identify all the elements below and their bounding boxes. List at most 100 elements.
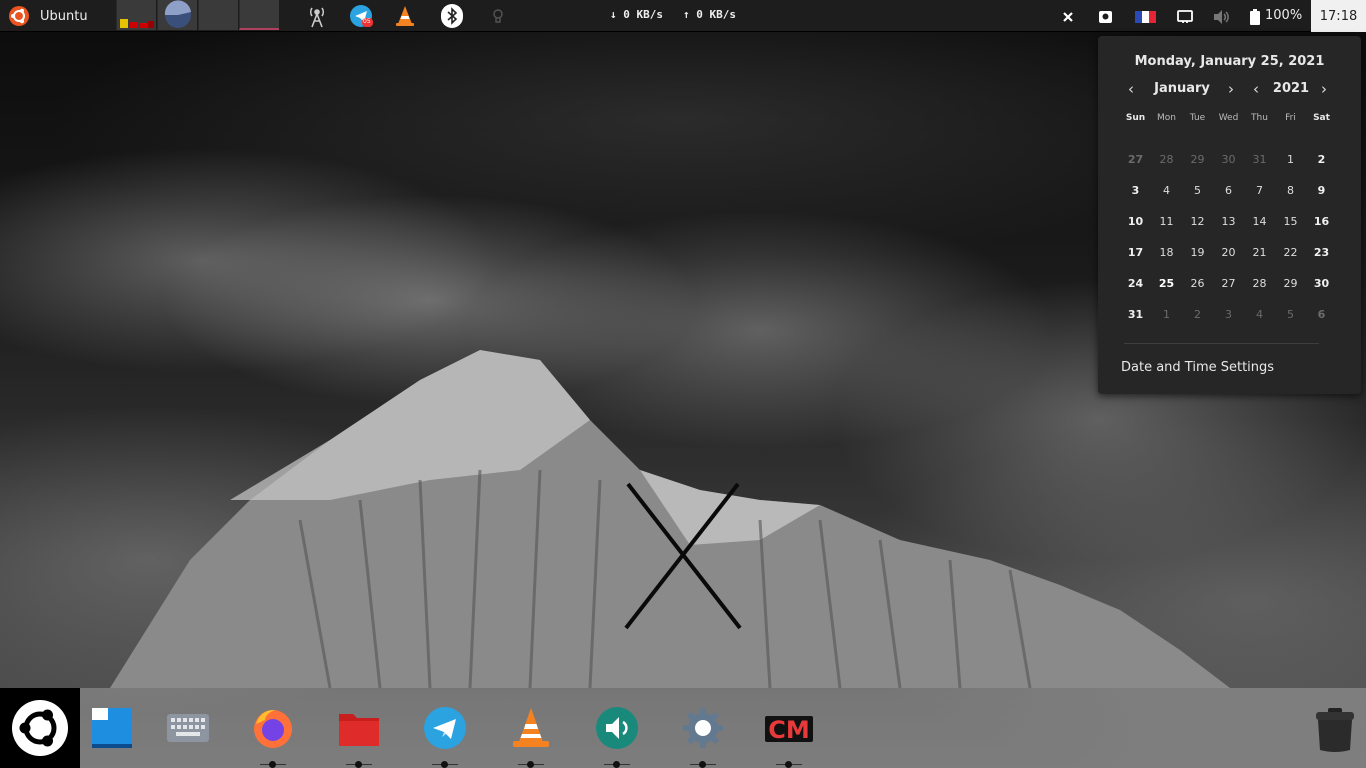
calendar-separator	[1124, 343, 1319, 344]
weekday-label: Tue	[1189, 113, 1206, 123]
cm-app-icon[interactable]: CM	[764, 706, 814, 750]
calendar-day[interactable]: 1	[1275, 144, 1306, 175]
weekday-label: Wed	[1218, 113, 1239, 123]
workspace-4[interactable]	[239, 0, 279, 30]
calendar-day[interactable]: 9	[1306, 175, 1337, 206]
weekday-label: Sat	[1313, 113, 1330, 123]
today-label: 25	[1158, 277, 1175, 290]
battery-icon[interactable]	[1246, 4, 1264, 28]
files-folder-icon[interactable]	[337, 706, 381, 750]
calendar-day[interactable]: 19	[1182, 237, 1213, 268]
close-icon[interactable]	[1057, 4, 1081, 28]
calendar-day[interactable]: 31	[1120, 299, 1151, 330]
prev-month-button[interactable]: ‹	[1128, 80, 1134, 98]
calendar-day[interactable]: 20	[1213, 237, 1244, 268]
calendar-day[interactable]: 2	[1182, 299, 1213, 330]
running-indicator	[690, 761, 716, 768]
running-indicator	[432, 761, 458, 768]
vlc-icon[interactable]	[393, 4, 417, 28]
telegram-icon[interactable]	[423, 706, 467, 750]
calendar-day[interactable]: 13	[1213, 206, 1244, 237]
prev-year-button[interactable]: ‹	[1253, 80, 1259, 98]
calendar-day[interactable]: 2	[1306, 144, 1337, 175]
calendar-day[interactable]: 29	[1182, 144, 1213, 175]
telegram-icon[interactable]: 05	[349, 4, 373, 28]
keyboard-icon[interactable]	[166, 706, 210, 750]
notes-icon[interactable]	[90, 706, 134, 750]
calendar-day[interactable]: 31	[1244, 144, 1275, 175]
calendar-day[interactable]: 29	[1275, 268, 1306, 299]
calendar-day[interactable]: 16	[1306, 206, 1337, 237]
running-indicator	[518, 761, 544, 768]
calendar-day[interactable]: 8	[1275, 175, 1306, 206]
calendar-day[interactable]: 30	[1306, 268, 1337, 299]
battery-percentage: 100%	[1265, 8, 1303, 23]
clock-button[interactable]: 17:18	[1311, 0, 1366, 32]
date-time-settings-link[interactable]: Date and Time Settings	[1121, 360, 1274, 375]
calendar-month-label: January	[1154, 81, 1210, 96]
calendar-day[interactable]: 12	[1182, 206, 1213, 237]
calendar-day[interactable]: 3	[1213, 299, 1244, 330]
calendar-day[interactable]: 24	[1120, 268, 1151, 299]
calendar-day[interactable]: 28	[1151, 144, 1182, 175]
calendar-week: 10 11 12 13 14 15 16	[1120, 206, 1338, 237]
calendar-week: 3 4 5 6 7 8 9	[1120, 175, 1338, 206]
sound-icon[interactable]	[595, 706, 639, 750]
calendar-day[interactable]: 4	[1244, 299, 1275, 330]
antenna-icon[interactable]	[305, 4, 329, 28]
volume-icon[interactable]	[1209, 4, 1233, 28]
calendar-day[interactable]: 7	[1244, 175, 1275, 206]
calendar-day[interactable]: 28	[1244, 268, 1275, 299]
calendar-day[interactable]: 27	[1213, 268, 1244, 299]
lightbulb-icon[interactable]	[486, 4, 510, 28]
calendar-day[interactable]: 18	[1151, 237, 1182, 268]
calendar-week: 24 25 26 27 28 29 30	[1120, 268, 1338, 299]
running-indicator	[260, 761, 286, 768]
calendar-day[interactable]: 14	[1244, 206, 1275, 237]
net-download-speed: ↓ 0 KB/s	[610, 8, 663, 21]
display-icon[interactable]	[1173, 4, 1197, 28]
calendar-day[interactable]: 11	[1151, 206, 1182, 237]
calendar-day[interactable]: 30	[1213, 144, 1244, 175]
calendar-week: 17 18 19 20 21 22 23	[1120, 237, 1338, 268]
system-monitor-icon[interactable]	[116, 0, 156, 30]
cm-app-label: CM	[768, 716, 810, 744]
calendar-day[interactable]: 22	[1275, 237, 1306, 268]
next-year-button[interactable]: ›	[1321, 80, 1327, 98]
calendar-popup: Monday, January 25, 2021 ‹ January › ‹ 2…	[1098, 36, 1361, 394]
calendar-day[interactable]: 26	[1182, 268, 1213, 299]
calendar-day[interactable]: 5	[1275, 299, 1306, 330]
ubuntu-menu-button[interactable]	[0, 688, 80, 768]
calendar-day-today[interactable]: 25	[1151, 268, 1182, 299]
calendar-day[interactable]: 27	[1120, 144, 1151, 175]
calendar-day[interactable]: 4	[1151, 175, 1182, 206]
calendar-day[interactable]: 3	[1120, 175, 1151, 206]
calendar-day[interactable]: 21	[1244, 237, 1275, 268]
weekday-header: Sun Mon Tue Wed Thu Fri Sat	[1120, 108, 1338, 128]
calendar-day[interactable]: 10	[1120, 206, 1151, 237]
france-flag-icon[interactable]	[1133, 4, 1157, 28]
calendar-day[interactable]: 6	[1306, 299, 1337, 330]
calendar-day[interactable]: 15	[1275, 206, 1306, 237]
calendar-day[interactable]: 23	[1306, 237, 1337, 268]
firefox-icon[interactable]	[251, 706, 295, 750]
weekday-label: Thu	[1251, 113, 1268, 123]
calendar-day[interactable]: 17	[1120, 237, 1151, 268]
settings-icon[interactable]	[681, 706, 725, 750]
vlc-icon[interactable]	[509, 706, 553, 750]
top-panel: Ubuntu 05 ↓ 0 KB/s ↑ 0 KB/s 100% 17:18	[0, 0, 1366, 32]
applications-menu-button[interactable]: Ubuntu	[8, 4, 88, 28]
workspace-3[interactable]	[198, 0, 238, 30]
trash-icon[interactable]	[1313, 706, 1357, 752]
calendar-day[interactable]: 1	[1151, 299, 1182, 330]
calendar-week: 31 1 2 3 4 5 6	[1120, 299, 1338, 330]
calendar-week: 27 28 29 30 31 1 2	[1120, 144, 1338, 175]
pie-monitor-icon[interactable]	[157, 0, 197, 30]
next-month-button[interactable]: ›	[1228, 80, 1234, 98]
screenshot-icon[interactable]	[1093, 4, 1117, 28]
calendar-grid: Sun Mon Tue Wed Thu Fri Sat 27 28 29 30 …	[1120, 108, 1338, 330]
calendar-day[interactable]: 6	[1213, 175, 1244, 206]
running-indicator	[604, 761, 630, 768]
calendar-day[interactable]: 5	[1182, 175, 1213, 206]
bluetooth-icon[interactable]	[440, 4, 464, 28]
